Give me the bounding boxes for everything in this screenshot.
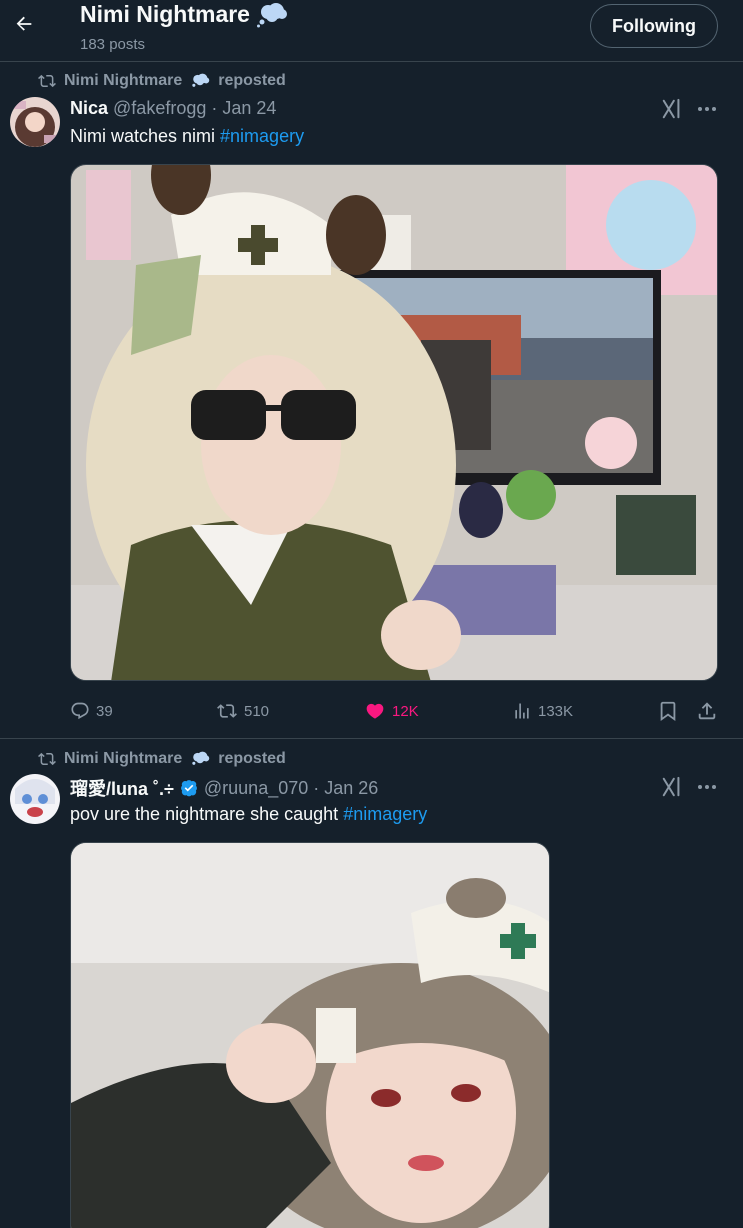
share-icon[interactable] xyxy=(696,700,718,722)
repost-button[interactable]: 510 xyxy=(216,696,269,726)
separator: · xyxy=(211,98,218,118)
tweet-divider xyxy=(0,738,743,739)
repost-label: reposted xyxy=(218,72,286,89)
hashtag-link[interactable]: #nimagery xyxy=(220,126,304,146)
repost-indicator: Nimi Nightmare reposted xyxy=(38,750,286,768)
views-button[interactable]: 133K xyxy=(512,696,573,726)
repost-label: reposted xyxy=(218,750,286,767)
verified-badge-icon xyxy=(180,780,197,797)
page-title: Nimi Nightmare xyxy=(80,1,288,28)
repost-count: 510 xyxy=(244,702,270,720)
reply-count: 39 xyxy=(96,702,113,720)
reply-button[interactable]: 39 xyxy=(70,696,113,726)
tweet-text: pov ure the nightmare she caught #nimage… xyxy=(70,804,427,825)
tweet-text: Nimi watches nimi #nimagery xyxy=(70,126,304,147)
cosplay-photo xyxy=(71,165,717,680)
post-count: 183 posts xyxy=(80,36,146,53)
heart-filled-icon xyxy=(366,703,384,719)
hashtag-link[interactable]: #nimagery xyxy=(343,804,427,824)
like-button[interactable]: 12K xyxy=(364,696,419,726)
repost-icon xyxy=(38,752,56,766)
thought-bubble-emoji-icon xyxy=(192,751,210,765)
tweet[interactable]: Nimi Nightmare reposted 瑠愛/luna ˚.÷ @ruu… xyxy=(0,750,743,1228)
cosplay-photo xyxy=(71,843,549,1228)
analytics-icon xyxy=(515,703,529,719)
tweet-date[interactable]: Jan 26 xyxy=(324,778,378,799)
view-count: 133K xyxy=(538,702,574,720)
author-handle[interactable]: @ruuna_070 xyxy=(204,778,308,799)
separator: · xyxy=(313,777,320,798)
like-count: 12K xyxy=(392,702,419,720)
grok-icon[interactable] xyxy=(661,776,683,798)
tweet-actions: 39 510 12K 133K xyxy=(70,696,720,726)
bookmark-icon[interactable] xyxy=(657,700,679,722)
avatar-image xyxy=(10,774,60,824)
more-options-icon[interactable] xyxy=(696,99,718,119)
author-name[interactable]: Nica xyxy=(70,98,108,119)
tweet-author-row: Nica @fakefrogg · Jan 24 xyxy=(70,98,276,119)
tweet[interactable]: Nimi Nightmare reposted Nica @fakefrogg … xyxy=(0,72,743,738)
tweet-author-row: 瑠愛/luna ˚.÷ @ruuna_070 · Jan 26 xyxy=(70,775,378,801)
thought-bubble-emoji-icon xyxy=(192,73,210,87)
tweet-date[interactable]: Jan 24 xyxy=(222,98,276,119)
tweet-body: pov ure the nightmare she caught xyxy=(70,804,344,824)
tweet-media-image[interactable] xyxy=(70,842,550,1228)
repost-author[interactable]: Nimi Nightmare xyxy=(64,72,182,90)
back-button[interactable] xyxy=(8,8,40,40)
repost-icon xyxy=(38,74,56,88)
profile-header: Nimi Nightmare 183 posts Following xyxy=(0,0,743,62)
avatar[interactable] xyxy=(10,774,60,824)
repost-author[interactable]: Nimi Nightmare xyxy=(64,750,182,768)
arrow-left-icon xyxy=(16,16,32,31)
profile-name: Nimi Nightmare xyxy=(80,1,250,27)
tweet-body: Nimi watches nimi xyxy=(70,126,221,146)
author-handle[interactable]: @fakefrogg xyxy=(113,98,206,119)
more-options-icon[interactable] xyxy=(696,777,718,797)
avatar-image xyxy=(10,97,60,147)
following-button[interactable]: Following xyxy=(590,4,718,48)
thought-bubble-emoji-icon xyxy=(256,2,287,27)
repost-indicator: Nimi Nightmare reposted xyxy=(38,72,286,90)
author-name[interactable]: 瑠愛/luna ˚.÷ xyxy=(70,775,174,801)
tweet-media-image[interactable] xyxy=(70,164,718,681)
reply-icon xyxy=(71,702,89,720)
grok-icon[interactable] xyxy=(661,98,683,120)
avatar[interactable] xyxy=(10,97,60,147)
repost-icon xyxy=(217,704,237,718)
